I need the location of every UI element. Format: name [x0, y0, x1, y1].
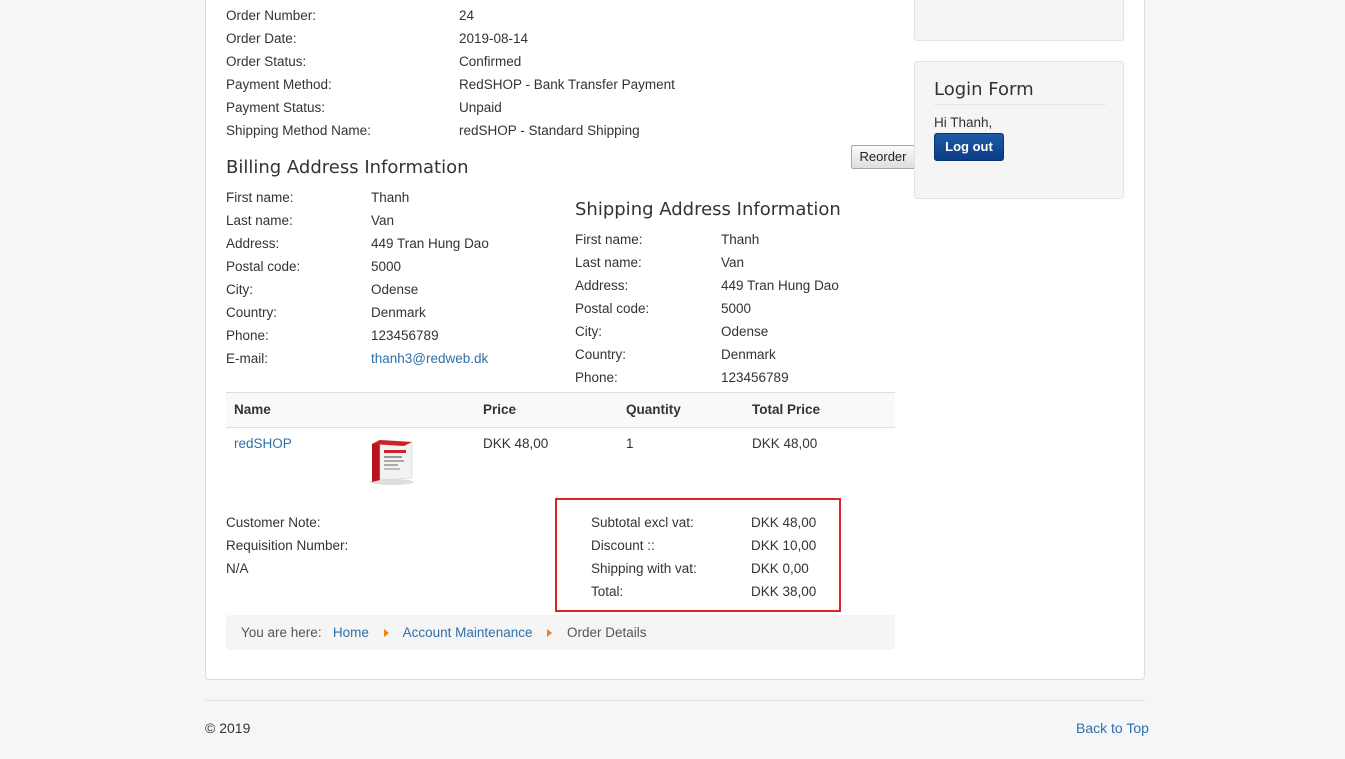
breadcrumb-home-link[interactable]: Home — [333, 625, 369, 640]
billing-value: 449 Tran Hung Dao — [371, 236, 489, 251]
billing-label: City: — [226, 282, 253, 297]
shipping-label: First name: — [575, 232, 643, 247]
sidebar-module-top — [914, 0, 1124, 41]
logout-button[interactable]: Log out — [934, 133, 1004, 161]
payment-method-label: Payment Method: — [226, 77, 332, 92]
totals-row: Total: DKK 38,00 — [591, 580, 816, 603]
back-to-top-link[interactable]: Back to Top — [1076, 720, 1149, 736]
billing-value: 123456789 — [371, 328, 439, 343]
shipping-value: 5000 — [721, 301, 752, 316]
breadcrumb-prefix: You are here: — [241, 625, 322, 640]
shipping-method-value: redSHOP - Standard Shipping — [459, 123, 640, 138]
order-totals-box: Subtotal excl vat: DKK 48,00 Discount ::… — [555, 498, 841, 612]
billing-label: Postal code: — [226, 259, 301, 274]
shipping-title: Shipping Address Information — [575, 199, 841, 220]
billing-label: E-mail: — [226, 351, 269, 366]
breadcrumb-current: Order Details — [567, 625, 647, 640]
discount-label: Discount :: — [591, 538, 655, 553]
order-status-label: Order Status: — [226, 54, 307, 69]
product-name-link[interactable]: redSHOP — [234, 436, 292, 451]
order-details-main: Order Number: 24 Order Date: 2019-08-14 … — [226, 0, 915, 679]
payment-status-value: Unpaid — [459, 100, 502, 115]
shipping-label: City: — [575, 324, 602, 339]
totals-row: Shipping with vat: DKK 0,00 — [591, 557, 809, 580]
discount-value: DKK 10,00 — [751, 538, 817, 553]
total-label: Total: — [591, 584, 624, 599]
shipping-total-label: Shipping with vat: — [591, 561, 697, 576]
shipping-method-label: Shipping Method Name: — [226, 123, 371, 138]
billing-email-link[interactable]: thanh3@redweb.dk — [371, 347, 488, 370]
billing-label: Address: — [226, 236, 280, 251]
order-date-label: Order Date: — [226, 31, 297, 46]
order-number-value: 24 — [459, 8, 475, 23]
shipping-total-value: DKK 0,00 — [751, 561, 809, 576]
billing-title: Billing Address Information — [226, 157, 469, 178]
requisition-value: N/A — [226, 561, 249, 576]
breadcrumb-account-link[interactable]: Account Maintenance — [403, 625, 533, 640]
shipping-value: Thanh — [721, 232, 760, 247]
payment-method-value: RedSHOP - Bank Transfer Payment — [459, 77, 675, 92]
product-box-image[interactable] — [366, 436, 418, 486]
product-total: DKK 48,00 — [752, 436, 818, 451]
shipping-value: Odense — [721, 324, 769, 339]
billing-value: 5000 — [371, 259, 402, 274]
shipping-value: Denmark — [721, 347, 776, 362]
subtotal-label: Subtotal excl vat: — [591, 515, 694, 530]
billing-label: Phone: — [226, 328, 269, 343]
subtotal-value: DKK 48,00 — [751, 515, 817, 530]
billing-label: Country: — [226, 305, 278, 320]
copyright-text: © 2019 — [205, 720, 251, 736]
product-quantity: 1 — [626, 436, 634, 451]
billing-value: Denmark — [371, 305, 426, 320]
shipping-value: Van — [721, 255, 745, 270]
totals-row: Subtotal excl vat: DKK 48,00 — [591, 511, 816, 534]
payment-status-label: Payment Status: — [226, 100, 326, 115]
billing-value: Van — [371, 213, 395, 228]
shipping-label: Address: — [575, 278, 629, 293]
login-form-module: Login Form Hi Thanh, Log out — [914, 61, 1124, 199]
billing-label: Last name: — [226, 213, 293, 228]
billing-label: First name: — [226, 190, 294, 205]
requisition-label: Requisition Number: — [226, 538, 349, 553]
reorder-button[interactable]: Reorder — [851, 145, 915, 169]
header-total: Total Price — [752, 402, 821, 417]
order-status-value: Confirmed — [459, 54, 522, 69]
login-greeting: Hi Thanh, — [934, 115, 993, 130]
breadcrumb-arrow-icon — [383, 629, 389, 638]
footer-divider — [205, 700, 1145, 701]
customer-note-label: Customer Note: — [226, 515, 321, 530]
billing-value: Thanh — [371, 190, 410, 205]
breadcrumb: You are here: Home Account Maintenance O… — [226, 615, 895, 650]
header-name: Name — [234, 402, 271, 417]
shipping-label: Phone: — [575, 370, 618, 385]
totals-row: Discount :: DKK 10,00 — [591, 534, 816, 557]
total-value: DKK 38,00 — [751, 584, 817, 599]
shipping-label: Country: — [575, 347, 627, 362]
content-container: Order Number: 24 Order Date: 2019-08-14 … — [205, 0, 1145, 680]
product-price: DKK 48,00 — [483, 436, 549, 451]
table-header: Name Price Quantity Total Price — [226, 392, 895, 428]
shipping-value: 449 Tran Hung Dao — [721, 278, 839, 293]
login-form-title: Login Form — [934, 79, 1106, 105]
billing-value: Odense — [371, 282, 419, 297]
header-quantity: Quantity — [626, 402, 681, 417]
breadcrumb-arrow-icon — [547, 629, 553, 638]
order-date-value: 2019-08-14 — [459, 31, 529, 46]
shipping-label: Postal code: — [575, 301, 650, 316]
order-number-label: Order Number: — [226, 8, 317, 23]
shipping-label: Last name: — [575, 255, 642, 270]
shipping-value: 123456789 — [721, 370, 789, 385]
header-price: Price — [483, 402, 517, 417]
